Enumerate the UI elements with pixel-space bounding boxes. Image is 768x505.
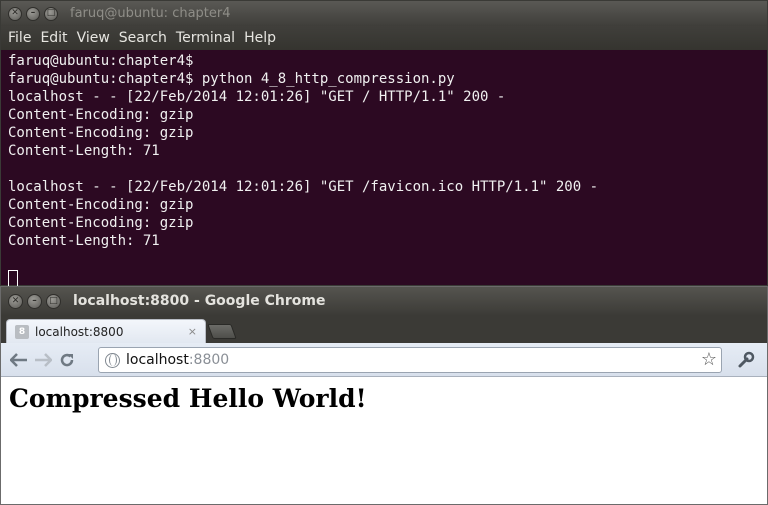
menu-edit[interactable]: Edit	[40, 30, 67, 46]
terminal-line: Content-Length: 71	[8, 233, 160, 249]
terminal-line: Content-Length: 71	[8, 143, 160, 159]
reload-icon[interactable]	[55, 348, 79, 372]
terminal-menubar: File Edit View Search Terminal Help	[1, 26, 767, 50]
chrome-titlebar: ✕ – □ localhost:8800 - Google Chrome	[1, 287, 767, 315]
tab-strip: 8 localhost:8800 ×	[1, 315, 767, 343]
tab-label: localhost:8800	[35, 324, 124, 339]
terminal-line: Content-Encoding: gzip	[8, 125, 194, 141]
close-window-icon[interactable]: ✕	[8, 6, 22, 21]
chrome-window: ✕ – □ localhost:8800 - Google Chrome 8 l…	[0, 286, 768, 505]
minimize-window-icon[interactable]: –	[26, 6, 40, 21]
globe-icon	[105, 352, 120, 368]
url-host: localhost	[126, 352, 189, 368]
terminal-line: localhost - - [22/Feb/2014 12:01:26] "GE…	[8, 179, 599, 195]
menu-view[interactable]: View	[77, 30, 110, 46]
terminal-line: Content-Encoding: gzip	[8, 215, 194, 231]
minimize-window-icon[interactable]: –	[27, 293, 42, 309]
wrench-icon[interactable]	[734, 348, 758, 372]
menu-help[interactable]: Help	[244, 30, 276, 46]
menu-search[interactable]: Search	[119, 30, 167, 46]
forward-arrow-icon[interactable]	[31, 348, 55, 372]
terminal-output[interactable]: faruq@ubuntu:chapter4$ faruq@ubuntu:chap…	[1, 50, 767, 287]
terminal-title: faruq@ubuntu: chapter4	[70, 6, 231, 21]
maximize-window-icon[interactable]: □	[46, 293, 61, 309]
terminal-line: Content-Encoding: gzip	[8, 197, 194, 213]
terminal-cursor	[8, 270, 18, 287]
page-heading: Compressed Hello World!	[9, 384, 367, 413]
url-port: :8800	[188, 352, 230, 368]
maximize-window-icon[interactable]: □	[44, 6, 58, 21]
address-bar[interactable]: localhost:8800 ☆	[98, 347, 722, 373]
terminal-line: localhost - - [22/Feb/2014 12:01:26] "GE…	[8, 89, 506, 105]
tab-localhost[interactable]: 8 localhost:8800 ×	[6, 319, 206, 343]
terminal-window: ✕ – □ faruq@ubuntu: chapter4 File Edit V…	[0, 0, 768, 287]
favicon-icon: 8	[15, 324, 29, 339]
new-tab-button[interactable]	[207, 324, 237, 339]
terminal-line: faruq@ubuntu:chapter4$ python 4_8_http_c…	[8, 71, 455, 87]
page-content: Compressed Hello World!	[1, 378, 767, 504]
tab-close-icon[interactable]: ×	[188, 325, 197, 338]
close-window-icon[interactable]: ✕	[8, 293, 23, 309]
menu-terminal[interactable]: Terminal	[176, 30, 235, 46]
terminal-titlebar: ✕ – □ faruq@ubuntu: chapter4	[1, 1, 767, 26]
chrome-title: localhost:8800 - Google Chrome	[73, 293, 326, 309]
back-arrow-icon[interactable]	[7, 348, 31, 372]
terminal-line: faruq@ubuntu:chapter4$	[8, 53, 194, 69]
menu-file[interactable]: File	[8, 30, 31, 46]
star-icon[interactable]: ☆	[701, 350, 717, 370]
terminal-line: Content-Encoding: gzip	[8, 107, 194, 123]
browser-toolbar: localhost:8800 ☆	[1, 343, 767, 377]
